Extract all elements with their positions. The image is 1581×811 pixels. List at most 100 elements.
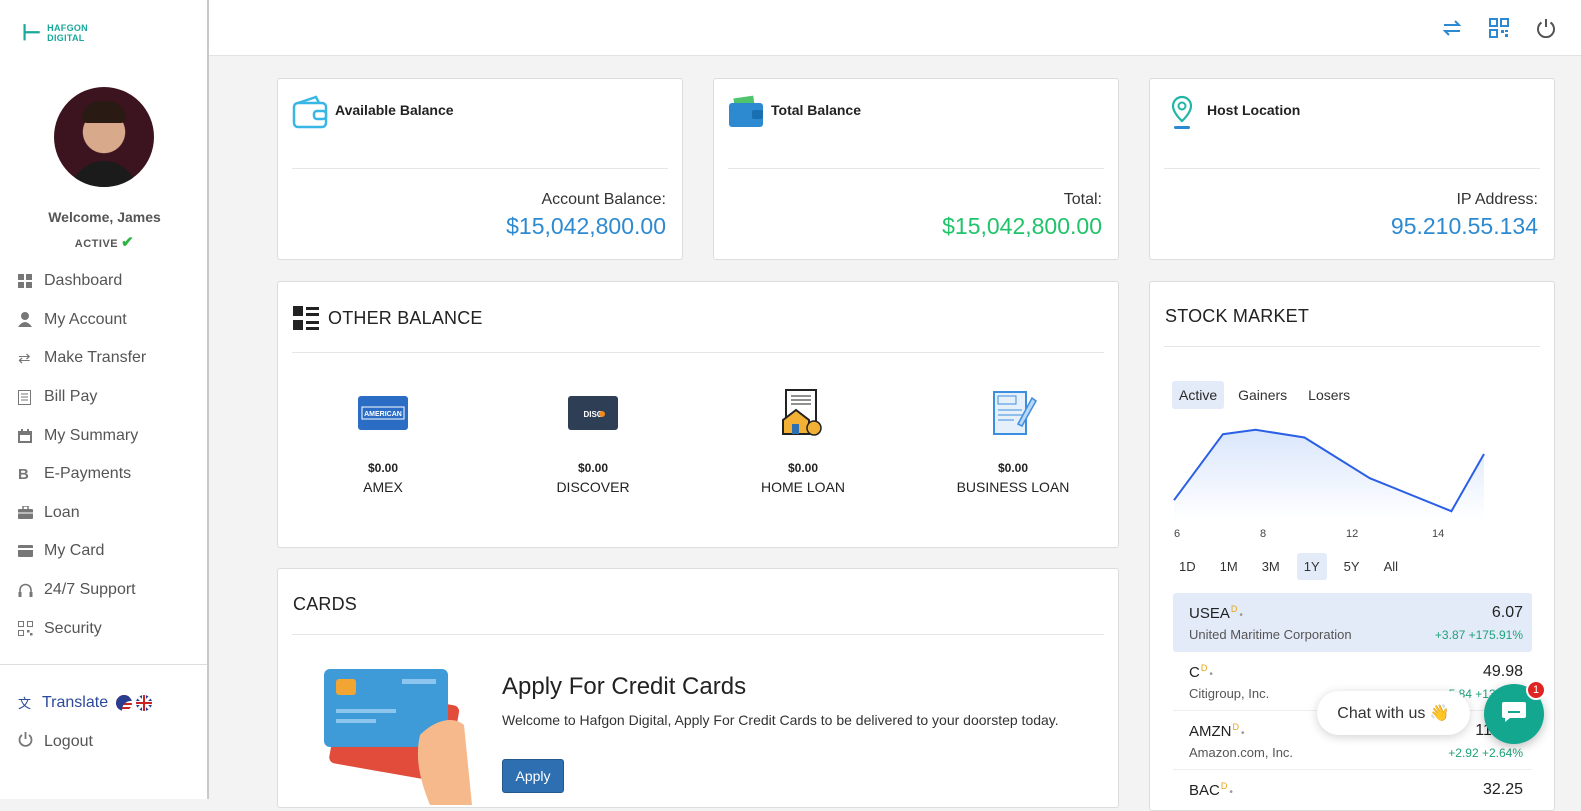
balance-name: DISCOVER [556, 479, 630, 495]
card-title: Total Balance [771, 102, 861, 118]
status-label: ACTIVE [74, 238, 119, 250]
sidebar-item-dashboard[interactable]: Dashboard [18, 262, 146, 301]
business-loan-icon [908, 387, 1118, 439]
bill-icon [18, 389, 44, 405]
logout-label: Logout [44, 733, 93, 750]
apply-button[interactable]: Apply [502, 759, 564, 793]
uk-flag-icon[interactable] [136, 694, 153, 711]
notification-badge: 1 [1526, 680, 1546, 700]
status-badge: ACTIVE ✔ [0, 233, 209, 251]
apply-description: Welcome to Hafgon Digital, Apply For Cre… [502, 712, 1059, 728]
logout-link[interactable]: Logout [18, 732, 93, 752]
stock-price: 32.25 [1482, 781, 1523, 798]
sidebar-divider [0, 664, 207, 665]
other-balance-business-loan[interactable]: $0.00 BUSINESS LOAN [908, 387, 1118, 495]
sidebar-item-e-payments[interactable]: B E-Payments [18, 455, 146, 494]
card-title: Available Balance [335, 102, 454, 118]
credit-card-icon [18, 545, 44, 558]
sidebar-item-my-card[interactable]: My Card [18, 532, 146, 571]
stock-tabs: Active Gainers Losers [1172, 381, 1364, 409]
section-title: CARDS [293, 594, 358, 614]
other-balance-home-loan[interactable]: $0.00 HOME LOAN [698, 387, 908, 495]
balance-amount: $0.00 [367, 461, 399, 475]
credit-card-illustration [322, 665, 482, 807]
sidebar-item-bill-pay[interactable]: Bill Pay [18, 378, 146, 417]
tab-active[interactable]: Active [1172, 381, 1225, 409]
brand-logo[interactable]: ⊢ HAFGON DIGITAL [22, 22, 88, 44]
stock-name: Amazon.com, Inc. [1189, 745, 1294, 760]
sidebar-item-label: Dashboard [44, 272, 123, 290]
other-balance-card: OTHER BALANCE AMERICAN $0.00 AMEX DISC $… [277, 281, 1119, 548]
tab-losers[interactable]: Losers [1301, 381, 1357, 409]
stock-symbol: BAC [1189, 782, 1220, 799]
sidebar-item-security[interactable]: Security [18, 609, 146, 648]
balance-name: HOME LOAN [760, 479, 845, 495]
sidebar-item-label: 24/7 Support [44, 581, 136, 599]
list-icon [293, 306, 319, 337]
sidebar-item-label: Loan [44, 503, 80, 521]
sidebar-item-make-transfer[interactable]: ⇄ Make Transfer [18, 339, 146, 378]
balance-label: Account Balance: [541, 191, 666, 208]
sidebar-item-label: Make Transfer [44, 349, 147, 367]
range-1d[interactable]: 1D [1172, 553, 1203, 580]
section-title: STOCK MARKET [1165, 306, 1310, 326]
range-selector: 1D 1M 3M 1Y 5Y All [1172, 553, 1415, 580]
sidebar-item-loan[interactable]: Loan [18, 494, 146, 533]
other-balance-amex[interactable]: AMERICAN $0.00 AMEX [278, 387, 488, 495]
chat-with-us-bubble[interactable]: Chat with us 👋 [1317, 691, 1470, 735]
bitcoin-icon: B [18, 465, 29, 483]
translate-label: Translate [42, 693, 109, 711]
user-icon [18, 312, 44, 328]
stock-name: United Maritime Corporation [1189, 627, 1352, 642]
host-location-card: Host Location IP Address: 95.210.55.134 [1149, 78, 1555, 260]
sidebar-item-label: My Account [44, 310, 127, 328]
x-tick: 12 [1346, 528, 1359, 540]
logo-icon: ⊢ [22, 20, 42, 45]
range-1m[interactable]: 1M [1213, 553, 1245, 580]
sidebar: ⊢ HAFGON DIGITAL Welcome, James ACTIVE ✔ D… [0, 0, 209, 799]
range-all[interactable]: All [1377, 553, 1405, 580]
balance-name: AMEX [363, 479, 403, 495]
range-3m[interactable]: 3M [1255, 553, 1287, 580]
transfer-icon[interactable] [1440, 16, 1464, 40]
ip-value: 95.210.55.134 [1390, 213, 1538, 239]
stock-change: +2.92 +2.64% [1448, 746, 1523, 760]
tab-gainers[interactable]: Gainers [1231, 381, 1294, 409]
sidebar-item-my-summary[interactable]: My Summary [18, 416, 146, 455]
balance-name: BUSINESS LOAN [956, 479, 1070, 495]
stock-symbol: USEA [1189, 605, 1230, 622]
card-title: Host Location [1207, 102, 1301, 118]
qr-code-icon[interactable] [1487, 16, 1511, 40]
check-icon: ✔ [121, 234, 135, 251]
stock-row[interactable]: BACD• 32.25 [1173, 770, 1532, 810]
welcome-text: Welcome, James [48, 209, 161, 225]
sidebar-item-label: Security [44, 619, 102, 637]
briefcase-icon [18, 506, 44, 520]
range-5y[interactable]: 5Y [1337, 553, 1367, 580]
stock-change: +3.87 +175.91% [1434, 628, 1523, 642]
avatar [54, 87, 154, 187]
cards-section: CARDS Apply For Credit Cards Welcome to … [277, 568, 1119, 808]
us-flag-icon[interactable] [116, 694, 133, 711]
range-1y[interactable]: 1Y [1296, 553, 1327, 580]
power-icon[interactable] [1534, 16, 1558, 40]
other-balance-discover[interactable]: DISC $0.00 DISCOVER [488, 387, 698, 495]
balance-amount: $0.00 [787, 461, 819, 475]
sidebar-item-label: My Card [44, 542, 105, 560]
sidebar-item-support[interactable]: 24/7 Support [18, 571, 146, 610]
available-balance-card: Available Balance Account Balance: $15,0… [277, 78, 683, 260]
transfer-icon: ⇄ [18, 350, 31, 368]
sidebar-item-label: Bill Pay [44, 388, 98, 406]
svg-text:AMERICAN: AMERICAN [364, 411, 402, 418]
stock-name: Citigroup, Inc. [1189, 686, 1270, 701]
x-tick: 8 [1260, 528, 1267, 540]
stock-row[interactable]: USEAD• United Maritime Corporation 6.07 … [1173, 593, 1532, 652]
translate-link[interactable]: 文 Translate [18, 693, 153, 712]
stock-price: 49.98 [1482, 663, 1523, 680]
calendar-icon [18, 428, 44, 443]
sidebar-item-my-account[interactable]: My Account [18, 301, 146, 340]
balance-value: $15,042,800.00 [506, 213, 666, 239]
translate-icon: 文 [18, 696, 32, 711]
total-balance-card: Total Balance Total: $15,042,800.00 [713, 78, 1119, 260]
wallet-icon [292, 95, 328, 136]
